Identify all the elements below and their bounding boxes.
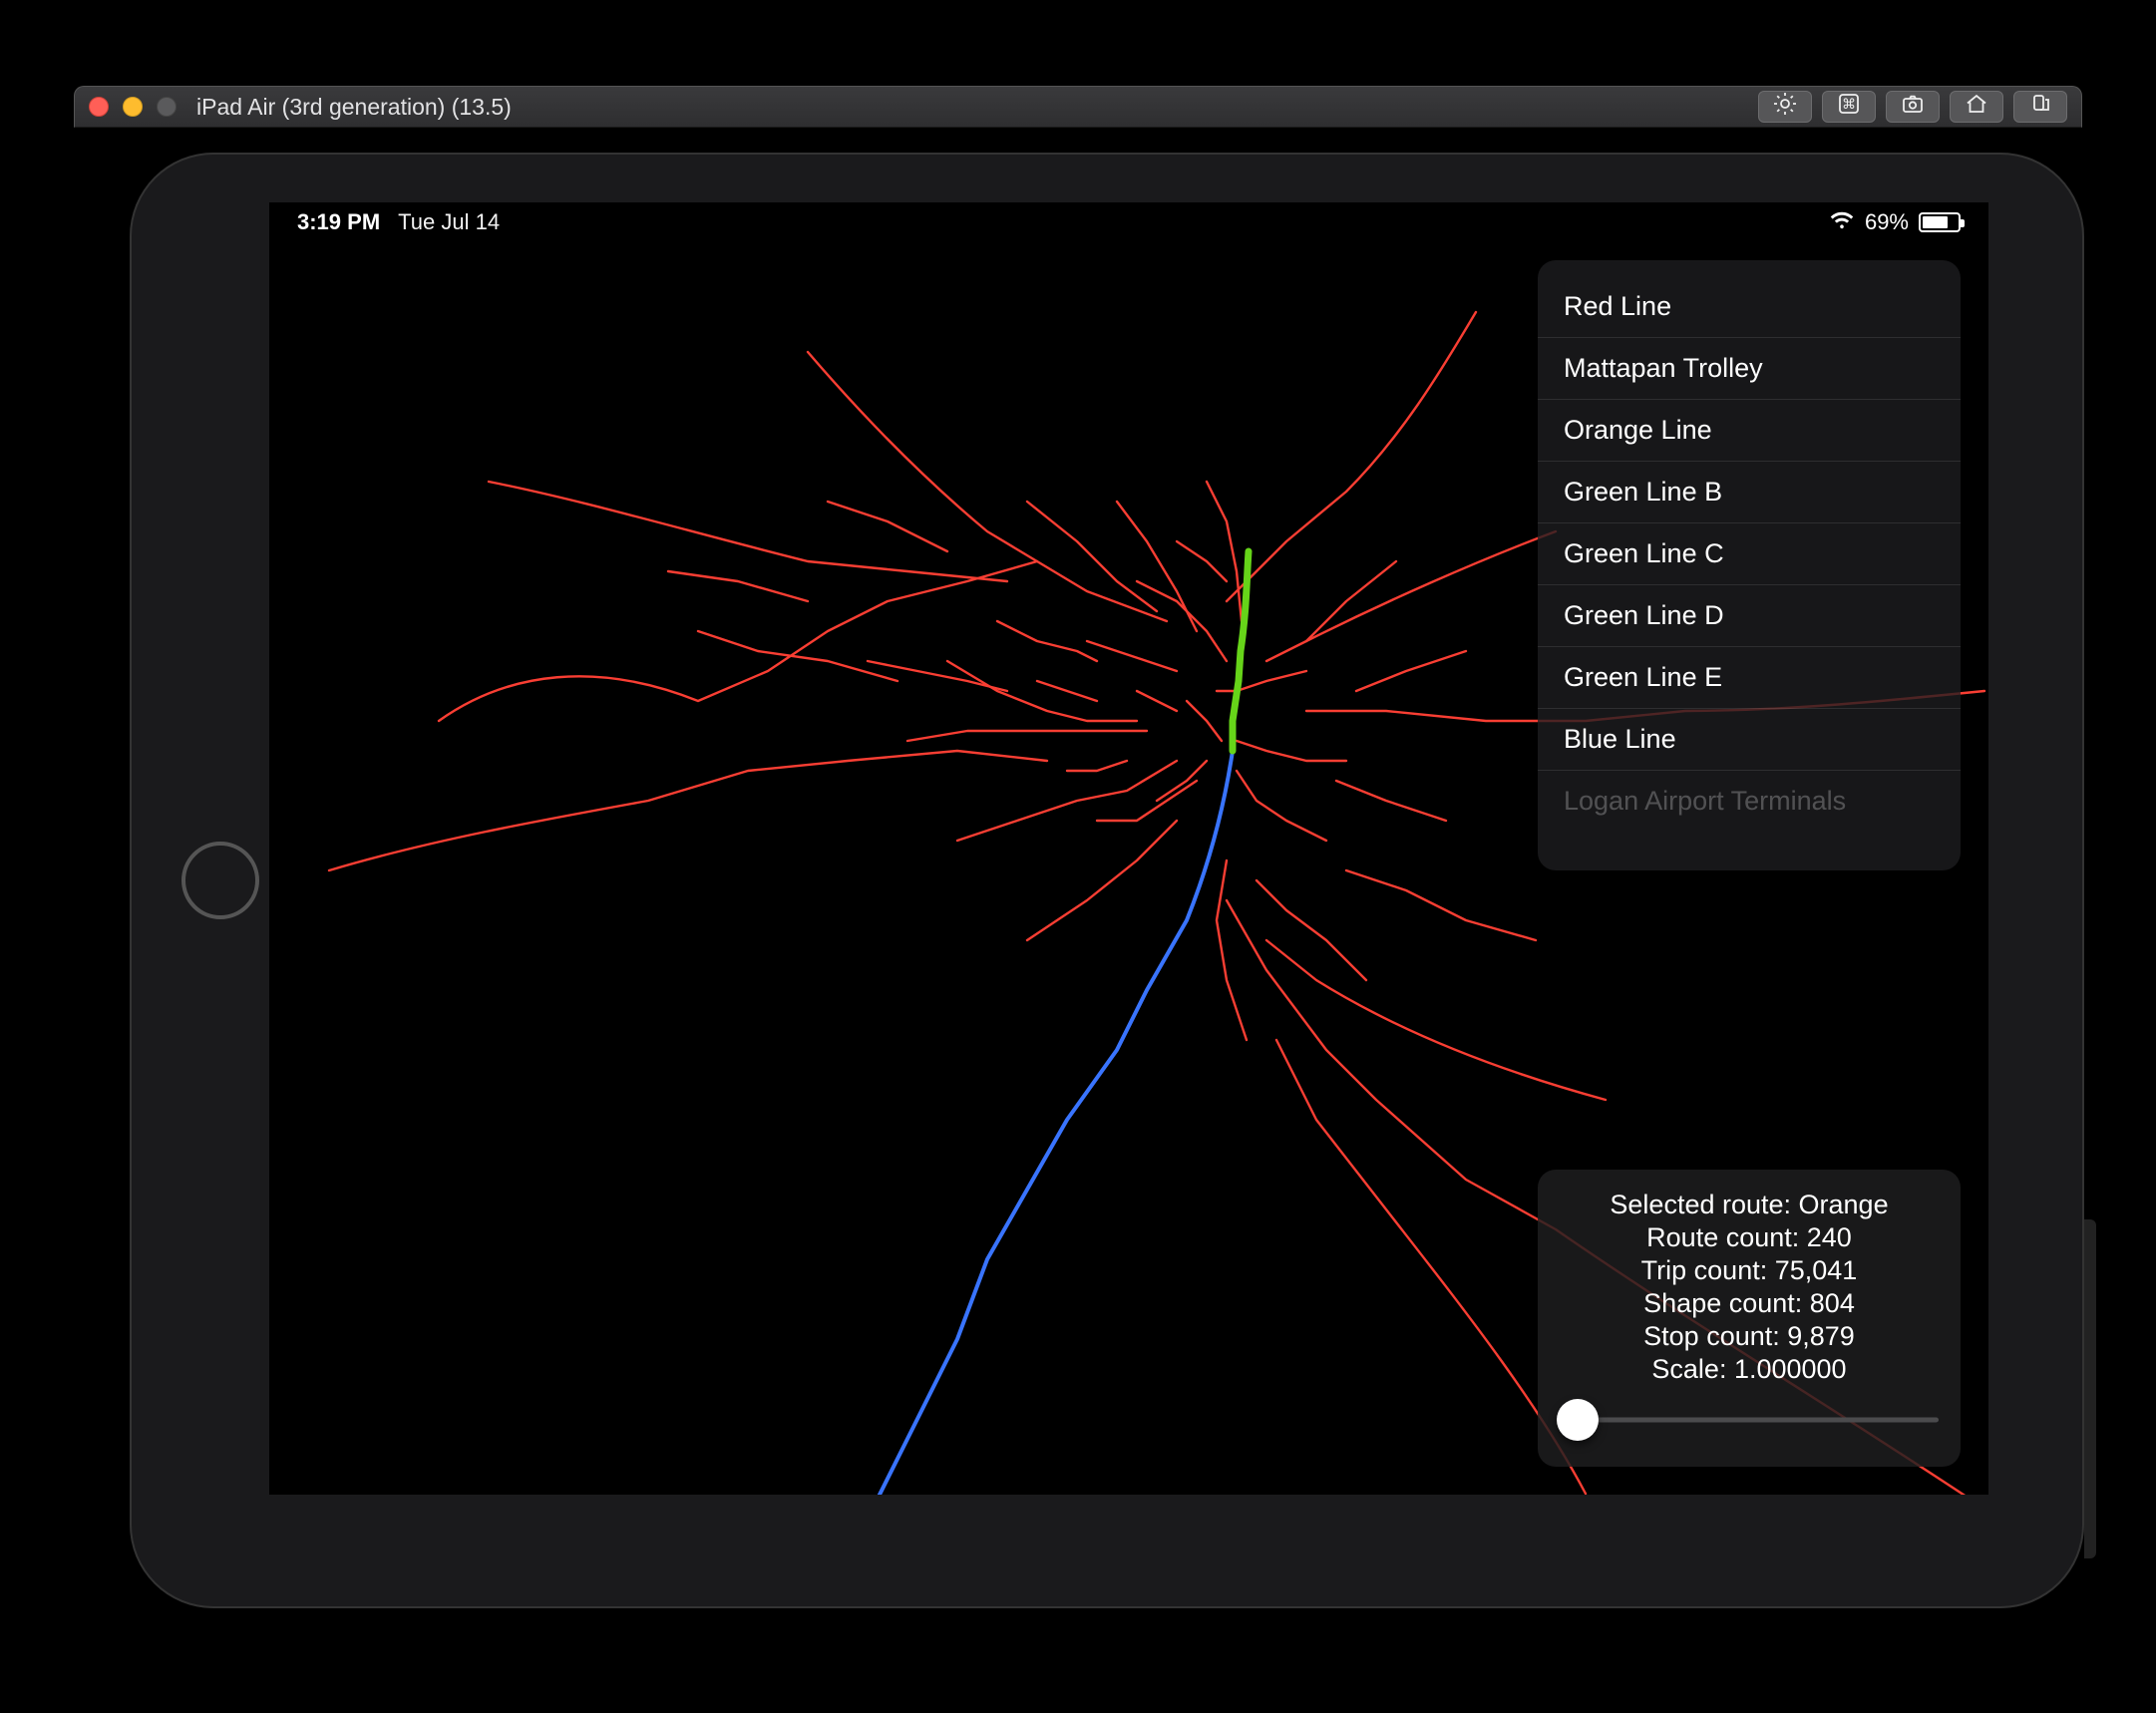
route-list-item[interactable]: Blue Line (1538, 709, 1961, 771)
route-list-item[interactable]: Mattapan Trolley (1538, 338, 1961, 400)
device-home-button[interactable] (181, 842, 259, 919)
route-line-red (1177, 541, 1227, 581)
route-line-red (329, 751, 1047, 870)
selected-route-label: Selected route: Orange (1560, 1190, 1939, 1220)
route-line-red (907, 731, 1147, 741)
simulator-toolbar: ⌘ (1758, 91, 2067, 123)
slider-track (1560, 1418, 1939, 1423)
route-line-red (439, 561, 1037, 721)
route-line-red (1356, 651, 1466, 691)
route-line-red (828, 502, 947, 551)
route-line-red (1257, 880, 1366, 980)
window-minimize-button[interactable] (123, 97, 143, 117)
route-line-red (1237, 741, 1346, 761)
route-list-item[interactable]: Orange Line (1538, 400, 1961, 462)
route-line-red (1266, 940, 1606, 1100)
simulator-title: iPad Air (3rd generation) (13.5) (196, 94, 512, 121)
rotate-icon (2028, 92, 2052, 122)
simulator-window: iPad Air (3rd generation) (13.5) ⌘ (74, 86, 2082, 128)
keyboard-shortcuts-button[interactable]: ⌘ (1822, 91, 1876, 123)
route-line-red (868, 661, 1007, 691)
simulator-titlebar: iPad Air (3rd generation) (13.5) ⌘ (74, 86, 2082, 128)
route-line-red (1217, 671, 1306, 691)
camera-icon (1901, 92, 1925, 122)
route-list-item[interactable]: Green Line E (1538, 647, 1961, 709)
battery-percent: 69% (1865, 209, 1909, 235)
route-list-item[interactable]: Logan Airport Terminals (1538, 771, 1961, 832)
slider-thumb[interactable] (1557, 1399, 1599, 1441)
scale-label: Scale: 1.000000 (1560, 1354, 1939, 1385)
command-icon: ⌘ (1837, 92, 1861, 122)
battery-icon (1919, 212, 1961, 232)
route-line-red (1097, 781, 1197, 821)
route-line-red (1266, 531, 1556, 661)
route-line-red (1336, 781, 1446, 821)
route-line-red (1237, 771, 1326, 841)
sun-icon (1773, 92, 1797, 122)
ipad-frame: 3:19 PM Tue Jul 14 69% Red LineMattapan … (130, 153, 2084, 1608)
trip-count-label: Trip count: 75,041 (1560, 1255, 1939, 1286)
route-line-red (1207, 482, 1242, 621)
scale-slider[interactable] (1560, 1403, 1939, 1437)
status-bar: 3:19 PM Tue Jul 14 69% (269, 202, 1988, 242)
route-list-item[interactable]: Green Line D (1538, 585, 1961, 647)
route-line-red (1227, 312, 1476, 601)
rotate-button[interactable] (2013, 91, 2067, 123)
route-line-green (1233, 551, 1249, 751)
route-line-red (1346, 870, 1536, 940)
home-button[interactable] (1950, 91, 2003, 123)
route-line-red (668, 571, 808, 601)
stop-count-label: Stop count: 9,879 (1560, 1321, 1939, 1352)
home-icon (1965, 92, 1988, 122)
route-line-red (698, 631, 898, 681)
route-line-red (1157, 761, 1207, 801)
device-screen: 3:19 PM Tue Jul 14 69% Red LineMattapan … (269, 202, 1988, 1495)
route-line-red (957, 761, 1177, 841)
route-line-red (1087, 641, 1177, 671)
screenshot-button[interactable] (1886, 91, 1940, 123)
route-line-red (1027, 502, 1157, 611)
route-line-blue (878, 751, 1233, 1495)
route-list-item[interactable]: Green Line C (1538, 523, 1961, 585)
shape-count-label: Shape count: 804 (1560, 1288, 1939, 1319)
route-line-red (489, 482, 1007, 581)
status-date: Tue Jul 14 (398, 209, 500, 235)
window-zoom-button[interactable] (157, 97, 177, 117)
route-line-red (997, 621, 1097, 661)
route-list-item[interactable]: Green Line B (1538, 462, 1961, 523)
info-panel: Selected route: Orange Route count: 240 … (1538, 1170, 1961, 1467)
route-line-red (1137, 691, 1177, 711)
status-time: 3:19 PM (297, 209, 380, 235)
route-line-red (1187, 701, 1222, 741)
route-line-red (1027, 821, 1177, 940)
route-line-red (1067, 761, 1127, 771)
route-line-red (1217, 860, 1247, 1040)
svg-text:⌘: ⌘ (1842, 96, 1856, 112)
route-line-red (1306, 561, 1396, 641)
window-close-button[interactable] (89, 97, 109, 117)
route-line-red (1137, 581, 1227, 661)
route-list-panel[interactable]: Red LineMattapan TrolleyOrange LineGreen… (1538, 260, 1961, 870)
route-line-red (947, 661, 1137, 721)
wifi-icon (1829, 206, 1855, 238)
route-line-red (1037, 681, 1097, 701)
route-count-label: Route count: 240 (1560, 1222, 1939, 1253)
route-line-red (808, 352, 1167, 621)
appearance-toggle-button[interactable] (1758, 91, 1812, 123)
route-list-item[interactable]: Red Line (1538, 276, 1961, 338)
window-traffic-lights (89, 97, 177, 117)
